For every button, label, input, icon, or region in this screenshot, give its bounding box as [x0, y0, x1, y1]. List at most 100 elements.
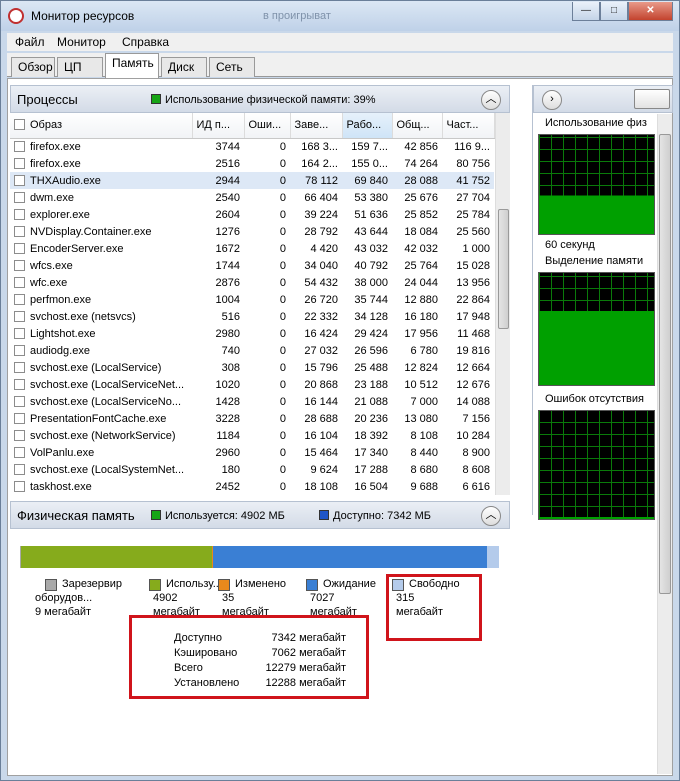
process-name: EncoderServer.exe: [30, 242, 124, 255]
minimize-button[interactable]: —: [572, 2, 600, 21]
column-commit[interactable]: Заве...: [290, 113, 343, 139]
table-row[interactable]: svchost.exe (NetworkService) 1184 0 16 104 1…: [10, 427, 494, 444]
process-value-cell: 0: [279, 310, 286, 323]
physical-memory-header[interactable]: Физическая память Используется: 4902 МБ …: [10, 501, 510, 529]
table-row[interactable]: PresentationFontCache.exe 3228 0 28 688 20 2…: [10, 410, 494, 427]
process-image-cell: firefox.exe: [10, 155, 192, 172]
table-row[interactable]: VolPanlu.exe 2960 0 15 464 17 340 8 440 8 900: [10, 444, 494, 461]
process-value-cell: 168 3...: [301, 140, 338, 153]
processes-collapse-button[interactable]: ︿: [481, 90, 501, 110]
used-memory-text: Используется: 4902 МБ: [165, 510, 285, 522]
tab-network[interactable]: Сеть: [209, 57, 255, 77]
table-row[interactable]: taskhost.exe 2452 0 18 108 16 504 9 688 6 616: [10, 478, 494, 495]
process-value-cell: 25 764: [404, 259, 438, 272]
row-checkbox[interactable]: [14, 157, 25, 169]
process-image-cell: audiodg.exe: [10, 342, 192, 359]
process-value-cell: 0: [279, 344, 286, 357]
close-button[interactable]: ✕: [628, 2, 673, 21]
column-shareable[interactable]: Общ...: [392, 113, 443, 139]
table-row[interactable]: firefox.exe 2516 0 164 2... 155 0... 74 264 80…: [10, 155, 494, 172]
process-table-scroll-thumb[interactable]: [498, 209, 509, 329]
memory-legend-text: 4902: [153, 592, 178, 604]
row-checkbox[interactable]: [14, 344, 25, 356]
row-checkbox[interactable]: [14, 259, 25, 271]
process-value-cell: 308: [221, 361, 240, 374]
process-value-cell: 1 000: [462, 242, 490, 255]
tab-cpu[interactable]: ЦП: [57, 57, 103, 77]
process-value-cell: 1020: [215, 378, 240, 391]
table-row[interactable]: NVDisplay.Container.exe 1276 0 28 792 43 644…: [10, 223, 494, 240]
graphs-toggle-button[interactable]: ›: [542, 90, 562, 110]
column-working-set[interactable]: Рабо...: [342, 113, 393, 139]
process-value-cell: 20 236: [354, 412, 388, 425]
table-row[interactable]: Lightshot.exe 2980 0 16 424 29 424 17 956 11 4…: [10, 325, 494, 342]
process-value-cell: 2516: [215, 157, 240, 170]
tab-overview[interactable]: Обзор: [11, 57, 55, 77]
graphs-scrollbar[interactable]: [657, 114, 672, 774]
table-row[interactable]: explorer.exe 2604 0 39 224 51 636 25 852 25 78…: [10, 206, 494, 223]
row-checkbox[interactable]: [14, 446, 25, 458]
row-checkbox[interactable]: [14, 140, 25, 152]
process-value-cell: 74 264: [404, 157, 438, 170]
table-row[interactable]: firefox.exe 3744 0 168 3... 159 7... 42 856 11…: [10, 138, 494, 155]
title-bar[interactable]: Монитор ресурсов в проигрыват — □ ✕: [1, 1, 679, 31]
table-row[interactable]: EncoderServer.exe 1672 0 4 420 43 032 42 032 1…: [10, 240, 494, 257]
select-all-checkbox[interactable]: [14, 119, 25, 131]
process-value-cell: 0: [279, 140, 286, 153]
process-value-cell: 15 028: [456, 259, 490, 272]
row-checkbox[interactable]: [14, 395, 25, 407]
process-value-cell: 66 404: [304, 191, 338, 204]
column-pid[interactable]: ИД п...: [192, 113, 245, 139]
column-private[interactable]: Част...: [442, 113, 495, 139]
process-image-cell: taskhost.exe: [10, 478, 192, 495]
process-value-cell: 51 636: [354, 208, 388, 221]
processes-header[interactable]: Процессы Использование физической памяти…: [10, 85, 510, 113]
row-checkbox[interactable]: [14, 293, 25, 305]
row-checkbox[interactable]: [14, 276, 25, 288]
graphs-scroll-thumb[interactable]: [659, 134, 671, 594]
table-row[interactable]: THXAudio.exe 2944 0 78 112 69 840 28 088 41 75…: [10, 172, 494, 189]
row-checkbox[interactable]: [14, 412, 25, 424]
row-checkbox[interactable]: [14, 208, 25, 220]
physical-memory-collapse-button[interactable]: ︿: [481, 506, 501, 526]
column-image[interactable]: Образ: [10, 113, 193, 139]
menu-help[interactable]: Справка: [122, 35, 169, 49]
table-row[interactable]: svchost.exe (LocalSystemNet... 180 0 9 624 1…: [10, 461, 494, 478]
process-table-scrollbar[interactable]: [495, 113, 510, 495]
table-row[interactable]: wfc.exe 2876 0 54 432 38 000 24 044 13 956: [10, 274, 494, 291]
table-row[interactable]: svchost.exe (LocalServiceNo... 1428 0 16 14…: [10, 393, 494, 410]
column-faults[interactable]: Оши...: [244, 113, 291, 139]
menu-monitor[interactable]: Монитор: [57, 35, 106, 49]
tab-disk[interactable]: Диск: [161, 57, 207, 77]
process-image-cell: wfc.exe: [10, 274, 192, 291]
row-checkbox[interactable]: [14, 327, 25, 339]
row-checkbox[interactable]: [14, 191, 25, 203]
row-checkbox[interactable]: [14, 225, 25, 237]
views-button[interactable]: [634, 89, 670, 109]
process-value-cell: 2980: [215, 327, 240, 340]
table-row[interactable]: audiodg.exe 740 0 27 032 26 596 6 780 19 816: [10, 342, 494, 359]
row-checkbox[interactable]: [14, 361, 25, 373]
row-checkbox[interactable]: [14, 242, 25, 254]
table-row[interactable]: svchost.exe (LocalServiceNet... 1020 0 20 8…: [10, 376, 494, 393]
row-checkbox[interactable]: [14, 310, 25, 322]
table-row[interactable]: wfcs.exe 1744 0 34 040 40 792 25 764 15 028: [10, 257, 494, 274]
table-row[interactable]: svchost.exe (netsvcs) 516 0 22 332 34 128 16 …: [10, 308, 494, 325]
process-value-cell: 7 000: [410, 395, 438, 408]
row-checkbox[interactable]: [14, 378, 25, 390]
process-image-cell: firefox.exe: [10, 138, 192, 155]
row-checkbox[interactable]: [14, 429, 25, 441]
table-row[interactable]: perfmon.exe 1004 0 26 720 35 744 12 880 22 864: [10, 291, 494, 308]
process-value-cell: 16 504: [354, 480, 388, 493]
table-row[interactable]: svchost.exe (LocalService) 308 0 15 796 25 4…: [10, 359, 494, 376]
maximize-button[interactable]: □: [600, 2, 628, 21]
process-value-cell: 17 956: [404, 327, 438, 340]
table-row[interactable]: dwm.exe 2540 0 66 404 53 380 25 676 27 704: [10, 189, 494, 206]
menu-file[interactable]: Файл: [15, 35, 45, 49]
tab-memory[interactable]: Память: [105, 53, 159, 78]
background-window-text: в проигрыват: [263, 10, 331, 22]
row-checkbox[interactable]: [14, 463, 25, 475]
row-checkbox[interactable]: [14, 174, 25, 186]
process-value-cell: 22 332: [304, 310, 338, 323]
row-checkbox[interactable]: [14, 480, 25, 492]
